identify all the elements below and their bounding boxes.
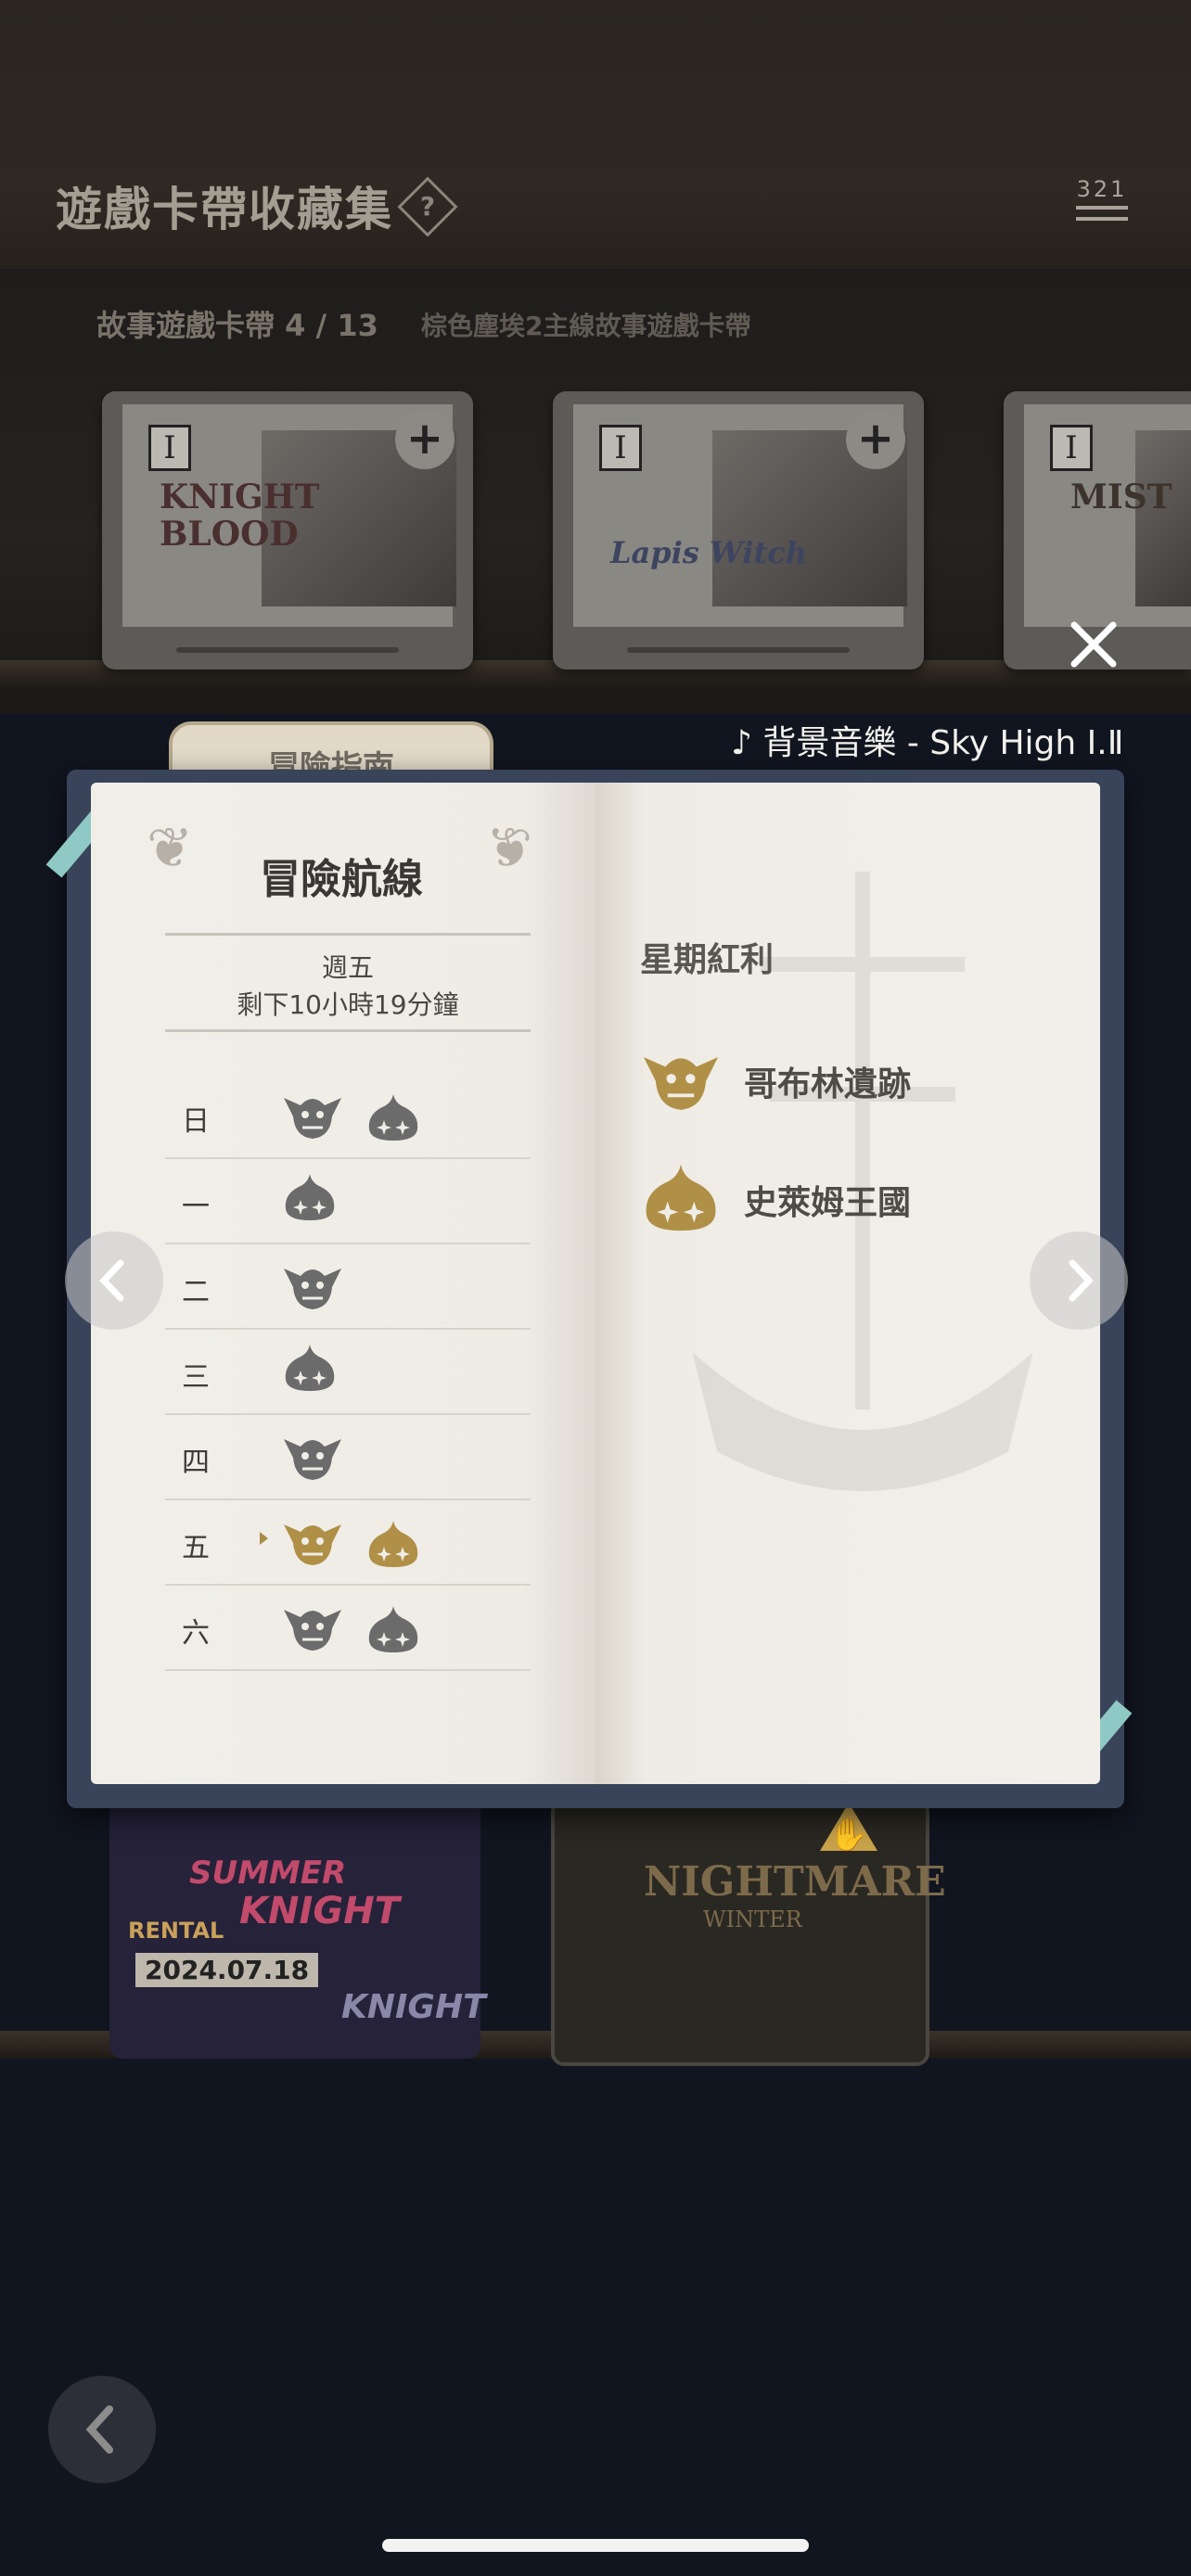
goblin-icon <box>282 1085 343 1142</box>
sort-bar <box>1076 217 1128 221</box>
cartridge-title: MIST <box>1070 478 1172 516</box>
cartridge-title: KNIGHT BLOOD <box>160 478 320 554</box>
route-title: 冒險航線 <box>260 856 423 903</box>
divider <box>165 933 531 936</box>
bonus-item-slime-kingdom: 史萊姆王國 <box>640 1159 1067 1243</box>
cartridge-title-line: KNIGHT <box>239 1890 400 1932</box>
sort-bar <box>1076 206 1128 210</box>
help-symbol: ? <box>419 191 436 222</box>
cartridge-numeral: I <box>1050 425 1093 471</box>
chevron-right-icon <box>1069 1259 1094 1302</box>
slime-icon <box>282 1170 343 1228</box>
plus-icon[interactable]: + <box>395 410 455 469</box>
day-label: 日 <box>182 1105 210 1138</box>
slime-icon <box>365 1090 421 1142</box>
schedule-row: 四 <box>165 1413 531 1500</box>
cartridge-slot <box>627 647 850 653</box>
schedule-row: 五 <box>165 1498 531 1586</box>
cartridge-slot <box>176 647 399 653</box>
cartridge-title-line: NIGHTMARE <box>644 1858 946 1906</box>
close-icon[interactable] <box>1061 612 1126 677</box>
sort-icon[interactable]: 321 <box>1076 176 1128 223</box>
day-label: 四 <box>182 1447 210 1479</box>
goblin-icon <box>282 1511 343 1569</box>
svg-text:✋: ✋ <box>829 1817 868 1854</box>
bonus-item-label: 史萊姆王國 <box>744 1184 912 1222</box>
previous-page-button[interactable] <box>65 1231 163 1330</box>
goblin-icon <box>282 1426 343 1484</box>
story-section-subtitle: 棕色塵埃2主線故事遊戲卡帶 <box>421 311 751 341</box>
bonus-item-goblin-ruins: 哥布林遺跡 <box>640 1040 1067 1124</box>
day-label: 一 <box>182 1191 210 1223</box>
time-remaining: 剩下10小時19分鐘 <box>237 989 459 1020</box>
slime-icon <box>365 1517 421 1569</box>
slime-icon <box>365 1602 421 1654</box>
chevron-left-icon <box>85 2405 113 2454</box>
cartridge-summer-knight[interactable]: SUMMER KNIGHT RENTAL 2024.07.18 KNIGHT <box>109 1799 486 2059</box>
bonus-title: 星期紅利 <box>640 941 775 979</box>
slime-icon <box>640 1159 722 1233</box>
cartridge-pack-2[interactable]: I Lapis Witch + <box>553 391 924 670</box>
plus-icon[interactable]: + <box>846 410 905 469</box>
cartridge-pack-1[interactable]: I KNIGHT BLOOD + <box>102 391 473 670</box>
cartridge-label: I MIST <box>1024 404 1191 627</box>
day-label: 五 <box>182 1532 210 1564</box>
sort-label: 321 <box>1076 176 1128 202</box>
current-day-marker-icon <box>260 1532 268 1545</box>
day-label: 三 <box>182 1361 210 1394</box>
next-page-button[interactable] <box>1030 1231 1128 1330</box>
rental-label: RENTAL <box>128 1918 224 1944</box>
cartridge-title-line: SUMMER <box>189 1855 347 1892</box>
schedule-row: 二 <box>165 1243 531 1330</box>
schedule-row: 日 <box>165 1072 531 1159</box>
flourish-ornament: ❦ <box>147 816 194 881</box>
home-indicator[interactable] <box>382 2539 809 2552</box>
bonus-item-label: 哥布林遺跡 <box>744 1065 912 1103</box>
rental-date: 2024.07.18 <box>135 1953 319 1987</box>
cartridge-title-line: KNIGHT <box>341 1988 486 2026</box>
flourish-ornament: ❦ <box>486 816 533 881</box>
chevron-left-icon <box>99 1259 124 1302</box>
back-button[interactable] <box>48 2376 156 2483</box>
cartridge-numeral: I <box>599 425 642 471</box>
cartridge-title-line: WINTER <box>703 1906 802 1932</box>
page-title: 遊戲卡帶收藏集 <box>56 183 393 236</box>
cartridge-title: Lapis Witch <box>610 535 807 570</box>
day-label: 二 <box>182 1276 210 1308</box>
schedule-row: 一 <box>165 1157 531 1244</box>
bgm-label[interactable]: ♪ 背景音樂 - Sky High Ⅰ.Ⅱ <box>731 716 1123 764</box>
divider <box>165 1029 531 1032</box>
day-label: 六 <box>182 1617 210 1650</box>
schedule-row: 六 <box>165 1584 531 1671</box>
goblin-icon <box>640 1040 722 1115</box>
cartridge-numeral: I <box>148 425 191 471</box>
goblin-icon <box>282 1256 343 1313</box>
story-section-heading: 故事遊戲卡帶 4 / 13 <box>96 308 378 343</box>
cartridge-art <box>1135 430 1191 606</box>
schedule-row: 三 <box>165 1328 531 1415</box>
slime-icon <box>282 1341 343 1398</box>
goblin-icon <box>282 1597 343 1654</box>
current-weekday: 週五 <box>321 952 374 983</box>
